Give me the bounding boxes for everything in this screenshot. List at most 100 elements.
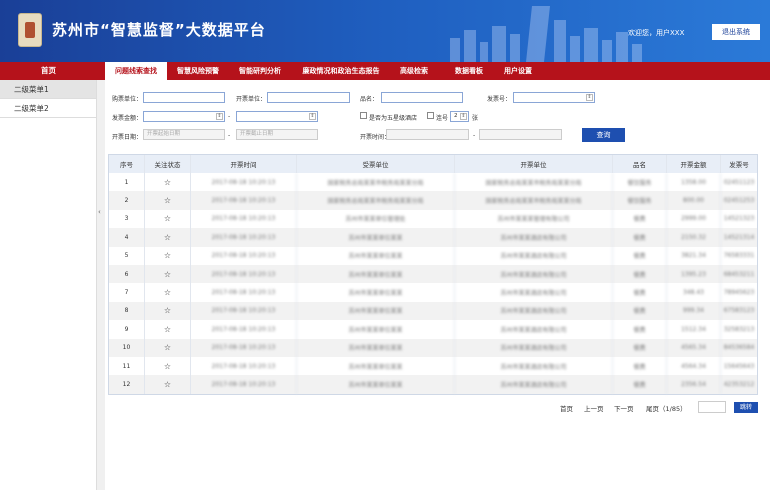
sidebar-item-menu1[interactable]: 二级菜单1 bbox=[0, 80, 96, 99]
sidebar-item-menu2[interactable]: 二级菜单2 bbox=[0, 99, 96, 118]
item-input[interactable] bbox=[381, 92, 463, 103]
table-cell: 2017-08-18 10:20:13 bbox=[191, 173, 297, 192]
table-cell: 苏州市某某单位某某 bbox=[297, 301, 455, 321]
buyer-input[interactable] bbox=[143, 92, 225, 103]
table-row[interactable]: 12 ☆ 2017-08-18 10:20:13 苏州市某某单位某某 苏州市某某酒店有限… bbox=[109, 375, 757, 394]
nav-home[interactable]: 首页 bbox=[0, 62, 97, 80]
table-cell: 14521314 bbox=[723, 233, 755, 241]
table-cell: 15645643 bbox=[723, 362, 755, 370]
five-star-checkbox[interactable] bbox=[360, 112, 367, 119]
tab-dashboard[interactable]: 数据看板 bbox=[447, 62, 491, 80]
date-end-input[interactable]: 开票截止日期 bbox=[236, 129, 318, 140]
date-label: 开票日期： bbox=[112, 134, 143, 141]
star-icon[interactable]: ☆ bbox=[145, 246, 191, 265]
table-cell: 02451253 bbox=[723, 197, 755, 205]
table-cell: 2017-08-18 10:20:13 bbox=[191, 264, 297, 284]
tab-integrity-report[interactable]: 廉政情况和政治生态报告 bbox=[295, 62, 387, 80]
tab-analysis[interactable]: 智能研判分析 bbox=[232, 62, 288, 80]
pager-next[interactable]: 下一页 bbox=[614, 403, 634, 413]
consecutive-checkbox[interactable] bbox=[427, 112, 434, 119]
table-row[interactable]: 5 ☆ 2017-08-18 10:20:13 苏州市某某单位某某 苏州市某某酒店有限公… bbox=[109, 246, 757, 265]
table-row[interactable]: 4 ☆ 2017-08-18 10:20:13 苏州市某某单位某某 苏州市某某酒店有限公… bbox=[109, 228, 757, 247]
table-cell: 苏州市某某单位某某 bbox=[297, 283, 455, 302]
consecutive-label: 连号 bbox=[436, 115, 449, 122]
table-cell: 苏州市某某单位某某 bbox=[297, 338, 455, 357]
seller-input[interactable] bbox=[267, 92, 350, 103]
date-start-input[interactable]: 开票起始日期 bbox=[143, 129, 225, 140]
table-cell: 2017-08-18 10:20:13 bbox=[191, 338, 297, 357]
table-row[interactable]: 2 ☆ 2017-08-18 10:20:13 国家税务总局某某市税务局某某分局 国家税… bbox=[109, 191, 757, 210]
table-cell: 2017-08-18 10:20:13 bbox=[191, 356, 297, 376]
star-icon[interactable]: ☆ bbox=[145, 228, 191, 247]
time-end-input[interactable] bbox=[479, 129, 562, 140]
spinner-icon[interactable]: ⇕ bbox=[460, 113, 467, 120]
tab-user-settings[interactable]: 用户设置 bbox=[498, 62, 538, 80]
pager-first[interactable]: 首页 bbox=[560, 403, 573, 413]
tab-clue-search[interactable]: 问题线索查找 bbox=[105, 62, 167, 80]
table-cell: 2017-08-18 10:20:13 bbox=[191, 301, 297, 321]
welcome-text: 欢迎您，用户XXX bbox=[628, 29, 685, 37]
page-number-input[interactable] bbox=[698, 401, 726, 413]
pager-prev[interactable]: 上一页 bbox=[584, 403, 604, 413]
table-cell: 苏州市某某单位某某 bbox=[297, 246, 455, 265]
star-icon[interactable]: ☆ bbox=[145, 264, 191, 284]
tab-risk-warning[interactable]: 智慧风险预警 bbox=[170, 62, 226, 80]
table-row[interactable]: 9 ☆ 2017-08-18 10:20:13 苏州市某某单位某某 苏州市某某酒店有限公… bbox=[109, 320, 757, 339]
consecutive-count-input[interactable]: 2 ⇕ bbox=[450, 111, 469, 122]
time-start-input[interactable] bbox=[386, 129, 469, 140]
table-cell: 02451123 bbox=[723, 178, 755, 186]
table-row[interactable]: 10 ☆ 2017-08-18 10:20:13 苏州市某某单位某某 苏州市某某酒店有限… bbox=[109, 338, 757, 357]
star-icon[interactable]: ☆ bbox=[145, 356, 191, 376]
range-dash: - bbox=[228, 132, 231, 139]
table-cell: 苏州市某某单位管理处 bbox=[297, 209, 455, 229]
column-header: 序号 bbox=[109, 155, 145, 173]
tab-advanced-search[interactable]: 高级检索 bbox=[390, 62, 438, 80]
jump-button[interactable]: 跳转 bbox=[734, 402, 758, 413]
table-row[interactable]: 8 ☆ 2017-08-18 10:20:13 苏州市某某单位某某 苏州市某某酒店有限公… bbox=[109, 301, 757, 321]
table-cell: 国家税务总局某某市税务局某某分局 bbox=[297, 191, 455, 210]
table-cell: 2017-08-18 10:20:13 bbox=[191, 283, 297, 302]
table-cell: 2150.32 bbox=[667, 228, 721, 247]
table-row[interactable]: 3 ☆ 2017-08-18 10:20:13 苏州市某某单位管理处 苏州市某某某管理有… bbox=[109, 209, 757, 229]
sidebar-collapse-handle[interactable]: ‹ bbox=[97, 80, 105, 490]
star-icon[interactable]: ☆ bbox=[145, 320, 191, 339]
consecutive-unit: 张 bbox=[472, 115, 479, 122]
invoice-input[interactable]: ⇕ bbox=[513, 92, 595, 103]
invoice-label: 发票号： bbox=[487, 96, 512, 103]
table-cell: 1512.34 bbox=[667, 320, 721, 339]
table-cell: 5 bbox=[109, 246, 145, 265]
star-icon[interactable]: ☆ bbox=[145, 301, 191, 321]
star-icon[interactable]: ☆ bbox=[145, 283, 191, 302]
star-icon[interactable]: ☆ bbox=[145, 338, 191, 357]
star-icon[interactable]: ☆ bbox=[145, 375, 191, 394]
star-icon[interactable]: ☆ bbox=[145, 191, 191, 210]
results-table: 序号 关注状态 开票时间 受票单位 开票单位 品名 开票金额 发票号 1 ☆ 2017-08-18… bbox=[108, 154, 758, 395]
table-cell: 国家税务总局某某市税务局某某分局 bbox=[297, 173, 455, 192]
star-icon[interactable]: ☆ bbox=[145, 173, 191, 192]
amount-min-input[interactable]: ⇕ bbox=[143, 111, 225, 122]
table-cell: 餐费 bbox=[613, 246, 667, 265]
query-button[interactable]: 查询 bbox=[582, 128, 625, 142]
amount-max-input[interactable]: ⇕ bbox=[236, 111, 318, 122]
table-cell: 10 bbox=[109, 338, 145, 357]
table-cell: 12 bbox=[109, 375, 145, 394]
table-cell: 4 bbox=[109, 228, 145, 247]
table-cell: 2017-08-18 10:20:13 bbox=[191, 320, 297, 339]
header-banner: 苏州市“智慧监督”大数据平台 欢迎您，用户XXX 退出系统 bbox=[0, 0, 770, 62]
column-header: 品名 bbox=[613, 155, 667, 173]
table-cell: 2017-08-18 10:20:13 bbox=[191, 246, 297, 265]
logout-button[interactable]: 退出系统 bbox=[712, 24, 760, 40]
star-icon[interactable]: ☆ bbox=[145, 209, 191, 229]
table-row[interactable]: 11 ☆ 2017-08-18 10:20:13 苏州市某某单位某某 苏州市某某酒店有限… bbox=[109, 356, 757, 376]
table-row[interactable]: 1 ☆ 2017-08-18 10:20:13 国家税务总局某某市税务局某某分局 国家税… bbox=[109, 173, 757, 192]
spinner-icon[interactable]: ⇕ bbox=[309, 113, 316, 120]
table-row[interactable]: 7 ☆ 2017-08-18 10:20:13 苏州市某某单位某某 苏州市某某酒店有限公… bbox=[109, 283, 757, 302]
table-cell: 2017-08-18 10:20:13 bbox=[191, 375, 297, 394]
pager-last[interactable]: 尾页（1/85） bbox=[646, 403, 687, 413]
spinner-icon[interactable]: ⇕ bbox=[216, 113, 223, 120]
column-header: 开票时间 bbox=[191, 155, 297, 173]
table-cell: 1395.23 bbox=[667, 264, 721, 284]
spinner-icon[interactable]: ⇕ bbox=[586, 94, 593, 101]
table-cell: 餐费 bbox=[613, 320, 667, 339]
table-row[interactable]: 6 ☆ 2017-08-18 10:20:13 苏州市某某单位某某 苏州市某某酒店有限公… bbox=[109, 264, 757, 284]
